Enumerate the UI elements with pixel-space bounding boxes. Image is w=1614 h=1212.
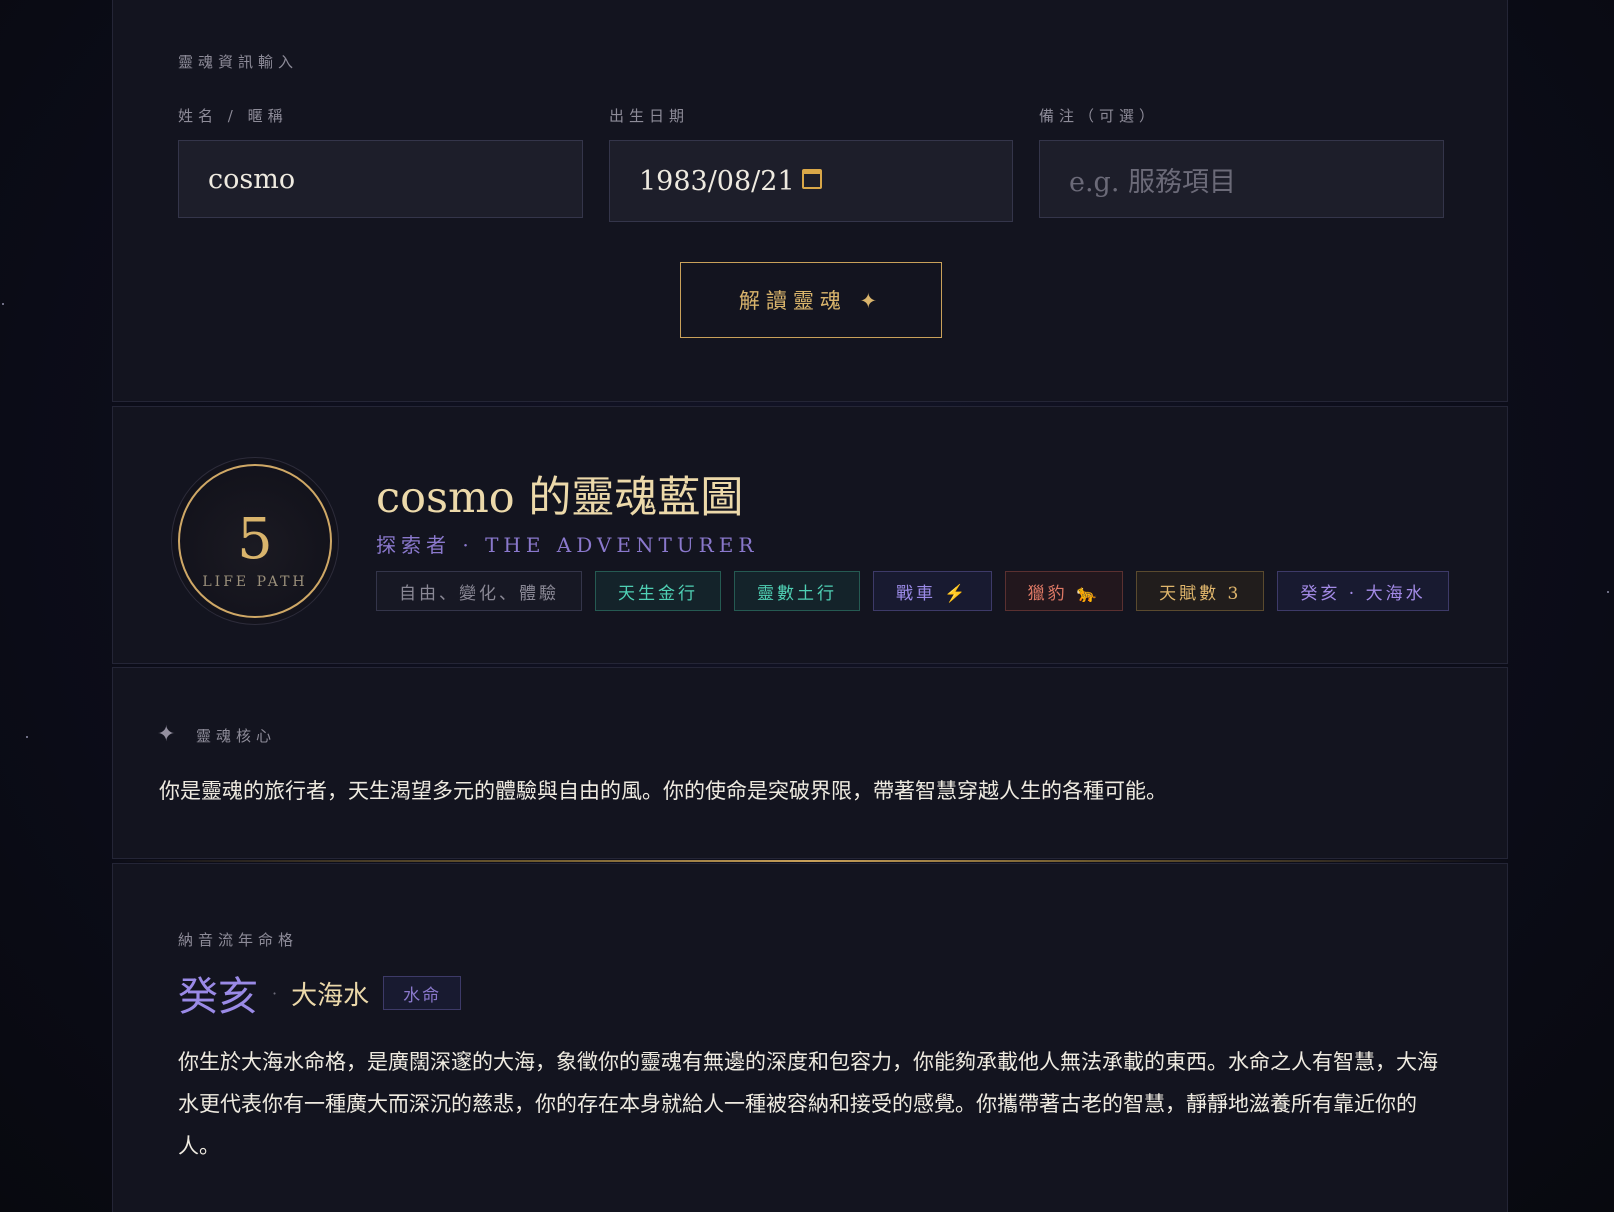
input-section-label: 靈魂資訊輸入 [178, 53, 299, 71]
soul-core-text: 你是靈魂的旅行者，天生渴望多元的體驗與自由的風。你的使命是突破界限，帶著智慧穿越… [159, 779, 1167, 803]
nayin-name: 大海水 [291, 980, 370, 1011]
nayin-panel: 納音流年命格 癸亥 · 大海水 水命 你生於大海水命格，是廣闊深邃的大海，象徵你… [112, 863, 1508, 1212]
life-path-badge: 5 LIFE PATH [171, 457, 339, 625]
note-input-placeholder: e.g. 服務項目 [1069, 166, 1237, 198]
section-divider [112, 860, 1508, 862]
background-star [1607, 591, 1609, 593]
soul-core-label: 靈魂核心 [196, 727, 277, 745]
tag-talent-number: 天賦數 3 [1136, 571, 1265, 611]
birth-date-value: 1983/08/21 [639, 165, 795, 197]
background-star [26, 736, 28, 738]
tag-tarot-card: 戰車 ⚡ [873, 571, 992, 611]
name-input[interactable]: cosmo [178, 140, 583, 218]
soul-info-input-panel: 靈魂資訊輸入 姓名 / 暱稱 cosmo 出生日期 1983/08/21 備注（… [112, 0, 1508, 402]
read-soul-button[interactable]: 解讀靈魂 ✦ [680, 262, 942, 338]
life-path-number: 5 [237, 507, 273, 572]
birth-date-label: 出生日期 [609, 107, 690, 125]
soul-core-panel: ✦ 靈魂核心 你是靈魂的旅行者，天生渴望多元的體驗與自由的風。你的使命是突破界限… [112, 667, 1508, 859]
note-field-label: 備注（可選） [1039, 107, 1160, 125]
name-field-label: 姓名 / 暱稱 [178, 107, 288, 125]
trait-tags: 自由、變化、體驗 天生金行 靈數土行 戰車 ⚡ 獵豹 🐆 天賦數 3 癸亥 · … [376, 571, 1449, 611]
name-input-value: cosmo [208, 163, 296, 195]
nayin-section-label: 納音流年命格 [178, 931, 299, 949]
sparkle-icon: ✦ [157, 722, 176, 747]
nayin-heading: 癸亥 · 大海水 水命 [178, 964, 462, 1022]
element-badge: 水命 [383, 976, 462, 1010]
calendar-icon[interactable] [802, 169, 822, 189]
note-input[interactable]: e.g. 服務項目 [1039, 140, 1444, 218]
soul-blueprint-panel: 5 LIFE PATH cosmo 的靈魂藍圖 探索者 · THE ADVENT… [112, 406, 1508, 664]
background-star [2, 303, 4, 305]
nayin-stem-branch: 癸亥 [178, 974, 258, 1020]
archetype-subtitle: 探索者 · THE ADVENTURER [376, 533, 759, 557]
tag-spirit-animal: 獵豹 🐆 [1004, 571, 1124, 611]
blueprint-title: cosmo 的靈魂藍圖 [376, 473, 744, 523]
tag-nayin: 癸亥 · 大海水 [1277, 571, 1449, 611]
tag-keywords: 自由、變化、體驗 [376, 571, 582, 611]
nayin-separator: · [272, 983, 278, 1003]
life-path-caption: LIFE PATH [202, 574, 308, 590]
life-path-ring: 5 LIFE PATH [178, 464, 332, 618]
tag-numerology-element: 靈數土行 [734, 571, 860, 611]
tag-innate-element: 天生金行 [595, 571, 721, 611]
nayin-description: 你生於大海水命格，是廣闊深邃的大海，象徵你的靈魂有無邊的深度和包容力，你能夠承載… [178, 1050, 1438, 1158]
birth-date-input[interactable]: 1983/08/21 [609, 140, 1013, 222]
